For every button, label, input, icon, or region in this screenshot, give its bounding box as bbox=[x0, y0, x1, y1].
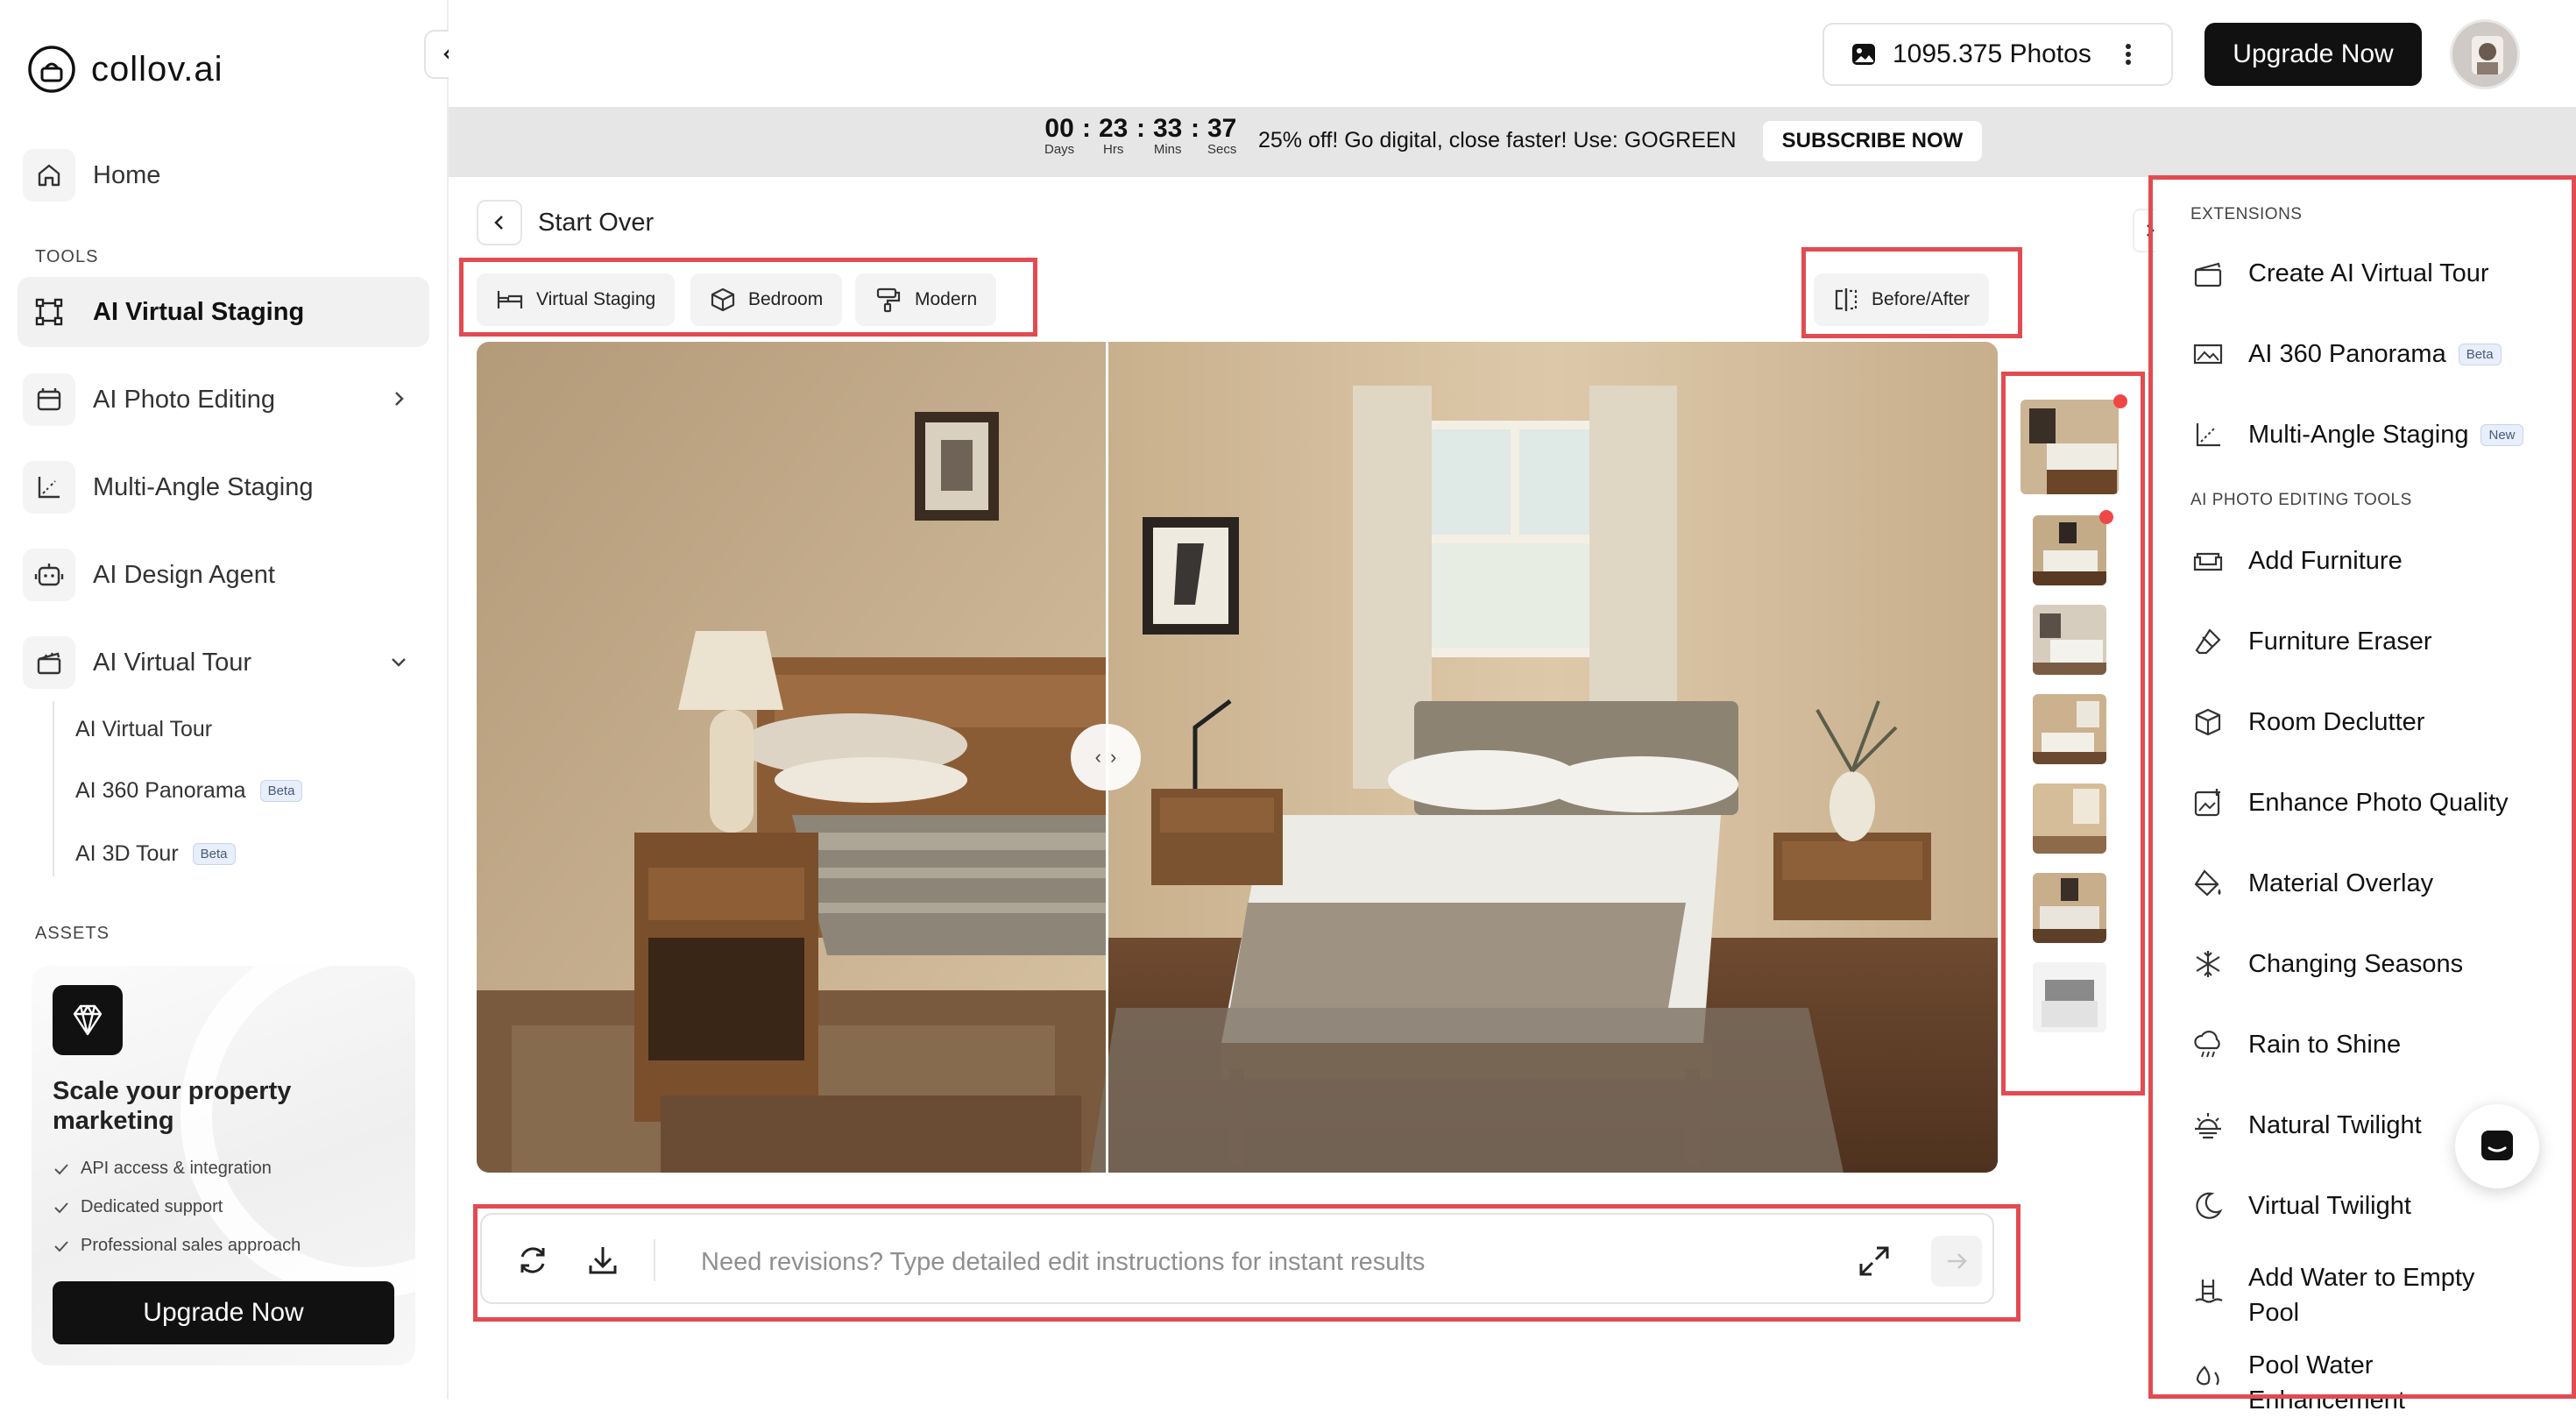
before-after-comparison[interactable]: ‹ › bbox=[477, 342, 1998, 1173]
chevron-down-icon bbox=[392, 658, 406, 667]
subitem-label: AI 360 Panorama bbox=[75, 778, 246, 803]
promo-feature-text: API access & integration bbox=[81, 1159, 272, 1178]
tools-section-label: TOOLS bbox=[35, 247, 99, 266]
countdown-minutes-value: 33 bbox=[1153, 114, 1183, 143]
countdown-seconds: 37 Secs bbox=[1207, 114, 1237, 158]
logo[interactable]: collov.ai bbox=[26, 44, 223, 95]
image-icon bbox=[1852, 44, 1875, 65]
start-over-label: Start Over bbox=[538, 208, 655, 237]
assets-section-label: ASSETS bbox=[35, 924, 110, 943]
promo-feature-text: Professional sales approach bbox=[81, 1236, 301, 1255]
countdown-seconds-value: 37 bbox=[1207, 114, 1237, 143]
promo-feature: Professional sales approach bbox=[53, 1236, 301, 1256]
promo-feature-text: Dedicated support bbox=[81, 1197, 223, 1216]
countdown-days-value: 00 bbox=[1044, 114, 1074, 143]
after-image bbox=[1090, 342, 1998, 1173]
subitem-ai-3d-tour[interactable]: AI 3D Tour Beta bbox=[75, 841, 236, 867]
home-icon bbox=[23, 149, 75, 202]
back-button[interactable] bbox=[477, 200, 522, 245]
subitem-ai-virtual-tour[interactable]: AI Virtual Tour bbox=[75, 717, 212, 742]
upgrade-promo-card: Scale your property marketing API access… bbox=[32, 966, 415, 1365]
countdown-minutes-label: Mins bbox=[1153, 142, 1182, 157]
sidebar-item-label: AI Virtual Tour bbox=[93, 648, 252, 677]
more-vertical-icon[interactable] bbox=[2125, 41, 2132, 67]
clapper-icon bbox=[23, 636, 75, 689]
upgrade-now-button[interactable]: Upgrade Now bbox=[2204, 23, 2422, 86]
sidebar: collov.ai Home TOOLS AI Virtual Staging … bbox=[0, 0, 449, 1399]
countdown-colon: : bbox=[1191, 114, 1200, 143]
top-bar: 1095.375 Photos Upgrade Now bbox=[449, 0, 2576, 107]
subitem-label: AI 3D Tour bbox=[75, 841, 179, 866]
before-image bbox=[477, 342, 1106, 1173]
promo-feature: Dedicated support bbox=[53, 1197, 223, 1217]
sidebar-item-label: Multi-Angle Staging bbox=[93, 472, 314, 501]
sidebar-item-home[interactable]: Home bbox=[18, 140, 429, 210]
subitem-ai-360-panorama[interactable]: AI 360 Panorama Beta bbox=[75, 778, 303, 804]
countdown-hours: 23 Hrs bbox=[1099, 114, 1129, 158]
diamond-icon bbox=[53, 985, 123, 1055]
photo-credits-pill[interactable]: 1095.375 Photos bbox=[1822, 23, 2173, 86]
sidebar-item-ai-photo-editing[interactable]: AI Photo Editing bbox=[18, 365, 429, 435]
submenu-line bbox=[53, 701, 54, 876]
sidebar-item-label: AI Photo Editing bbox=[93, 385, 275, 414]
sidebar-item-ai-design-agent[interactable]: AI Design Agent bbox=[18, 540, 429, 610]
chevron-left-icon bbox=[494, 216, 503, 230]
sidebar-item-label: AI Virtual Staging bbox=[93, 297, 305, 326]
countdown-hours-label: Hrs bbox=[1103, 142, 1124, 157]
highlight-box-input bbox=[473, 1204, 2020, 1322]
logo-text: collov.ai bbox=[91, 49, 223, 89]
check-icon bbox=[54, 1240, 68, 1251]
highlight-box-tags bbox=[459, 258, 1037, 337]
countdown-hours-value: 23 bbox=[1099, 114, 1129, 143]
staging-frame-icon bbox=[23, 286, 75, 338]
sidebar-item-label: AI Design Agent bbox=[93, 560, 275, 589]
chevron-left-icon: ‹ bbox=[1094, 746, 1101, 768]
highlight-box-before-after bbox=[1801, 247, 2022, 338]
compare-slider-handle[interactable]: ‹ › bbox=[1071, 724, 1141, 791]
agent-icon bbox=[23, 549, 75, 601]
sidebar-item-ai-virtual-staging[interactable]: AI Virtual Staging bbox=[18, 277, 429, 347]
chevron-right-icon: › bbox=[1110, 746, 1117, 768]
countdown-colon: : bbox=[1136, 114, 1145, 143]
banner-text: 25% off! Go digital, close faster! Use: … bbox=[1258, 128, 1737, 152]
promo-feature: API access & integration bbox=[53, 1159, 272, 1179]
avatar[interactable] bbox=[2450, 19, 2520, 89]
countdown-seconds-label: Secs bbox=[1207, 142, 1237, 157]
countdown-days-label: Days bbox=[1044, 142, 1075, 157]
promo-banner: 00 Days : 23 Hrs : 33 Mins : 37 Secs 25%… bbox=[449, 107, 2576, 177]
beta-badge: Beta bbox=[259, 780, 303, 802]
subitem-label: AI Virtual Tour bbox=[75, 717, 213, 741]
sidebar-item-ai-virtual-tour[interactable]: AI Virtual Tour bbox=[18, 627, 429, 698]
beta-badge: Beta bbox=[192, 843, 236, 865]
check-icon bbox=[54, 1202, 68, 1213]
countdown-minutes: 33 Mins bbox=[1153, 114, 1183, 158]
subscribe-now-button[interactable]: SUBSCRIBE NOW bbox=[1763, 121, 1982, 161]
check-icon bbox=[54, 1163, 68, 1174]
countdown-days: 00 Days bbox=[1044, 114, 1075, 158]
sidebar-item-label: Home bbox=[93, 160, 161, 189]
highlight-box-thumbnails bbox=[2001, 372, 2145, 1095]
promo-title: Scale your property marketing bbox=[53, 1077, 292, 1135]
photo-edit-icon bbox=[23, 373, 75, 426]
start-over-row[interactable]: Start Over bbox=[477, 200, 654, 245]
promo-upgrade-button[interactable]: Upgrade Now bbox=[53, 1281, 394, 1344]
countdown-colon: : bbox=[1082, 114, 1091, 143]
photo-credits-text: 1095.375 Photos bbox=[1893, 39, 2091, 68]
chevron-right-icon bbox=[395, 392, 404, 406]
highlight-box-right-panel bbox=[2148, 175, 2576, 1399]
logo-icon bbox=[28, 46, 75, 93]
sidebar-item-multi-angle-staging[interactable]: Multi-Angle Staging bbox=[18, 452, 429, 522]
angle-icon bbox=[23, 461, 75, 514]
